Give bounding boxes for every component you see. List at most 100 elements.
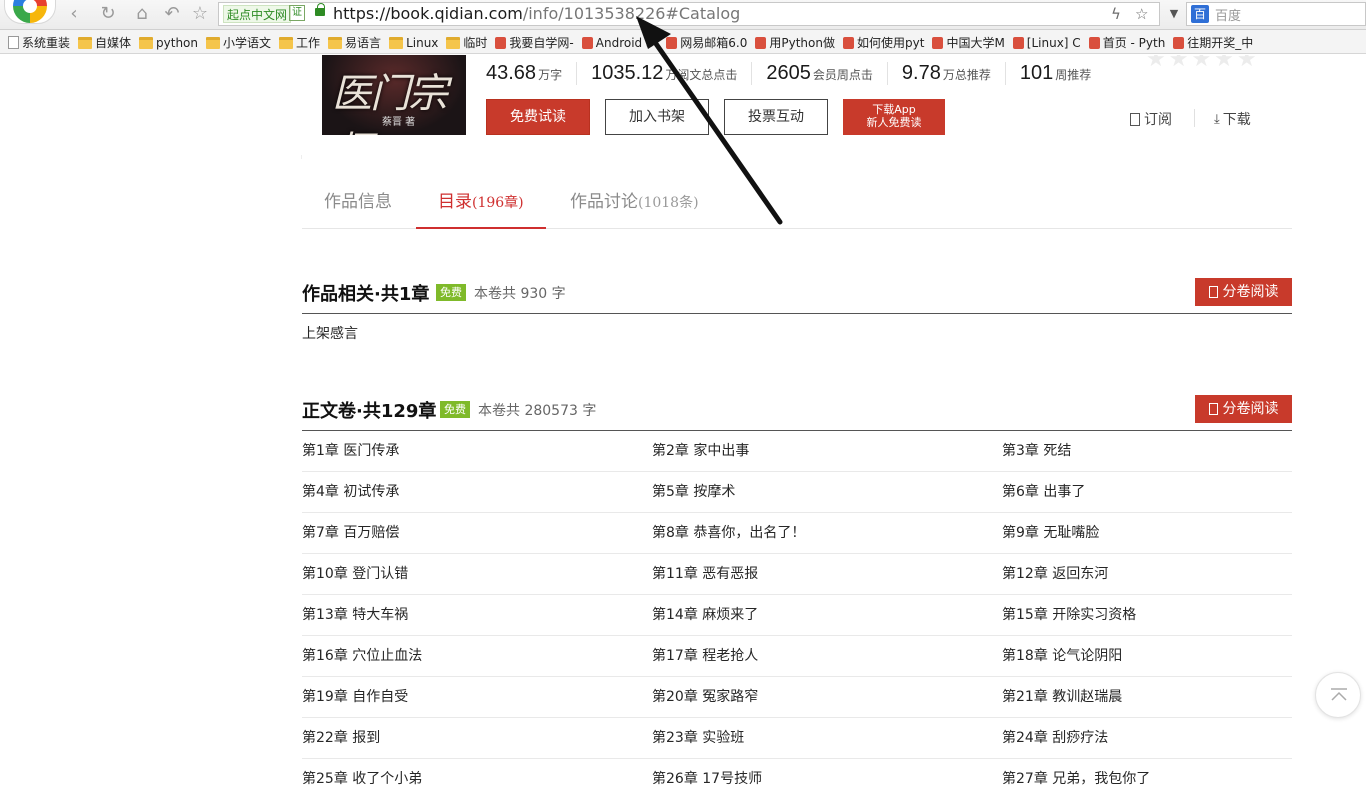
chapter-link[interactable]: 第12章 返回东河 [1002, 554, 1342, 595]
chapter-link[interactable]: 第4章 初试传承 [302, 472, 642, 513]
tab-catalog[interactable]: 目录(196章) [416, 180, 546, 229]
tab-book-info[interactable]: 作品信息 [302, 180, 414, 229]
chapter-link[interactable]: 第8章 恭喜你，出名了！ [652, 513, 992, 554]
chapter-link[interactable]: 第5章 按摩术 [652, 472, 992, 513]
bookmark-item[interactable]: 如何使用pyt [843, 31, 924, 54]
folder-icon [389, 36, 404, 49]
back-to-top-button[interactable] [1315, 672, 1361, 718]
chapter-link[interactable]: 第27章 兄弟，我包你了 [1002, 759, 1342, 796]
bookmark-item[interactable]: Linux [389, 31, 438, 54]
chapter-link[interactable]: 第19章 自作自受 [302, 677, 642, 718]
stat-total-recommend: 9.78 万总推荐 [886, 62, 1005, 85]
undo-icon[interactable]: ↶ [160, 3, 184, 25]
stat-total-clicks: 1035.12 万阅文总点击 [576, 62, 751, 85]
chapter-link[interactable]: 第21章 教训赵瑞晨 [1002, 677, 1342, 718]
bookmark-item[interactable]: python [139, 31, 198, 54]
chapter-link[interactable]: 第11章 恶有恶报 [652, 554, 992, 595]
bookmark-label: Android St [595, 35, 659, 50]
chapter-link[interactable]: 第1章 医门传承 [302, 431, 642, 472]
add-shelf-button[interactable]: 加入书架 [605, 99, 709, 135]
chevron-down-icon[interactable]: ▼ [1164, 2, 1184, 26]
search-box[interactable]: 百 百度 [1186, 2, 1366, 26]
folder-icon [78, 36, 93, 49]
chapter-link[interactable]: 第13章 特大车祸 [302, 595, 642, 636]
chapter-link[interactable]: 第16章 穴位止血法 [302, 636, 642, 677]
read-free-button[interactable]: 免费试读 [486, 99, 590, 135]
chapter-row: 第16章 穴位止血法 第17章 程老抢人 第18章 论气论阴阳 [302, 636, 1292, 677]
chapter-link[interactable]: 第20章 冤家路窄 [652, 677, 992, 718]
download-link[interactable]: ⤓ 下载 [1214, 109, 1251, 129]
chapter-link[interactable]: 第6章 出事了 [1002, 472, 1342, 513]
folder-icon [446, 36, 461, 49]
chapter-row: 第10章 登门认错 第11章 恶有恶报 第12章 返回东河 [302, 554, 1292, 595]
download-app-button[interactable]: 下载App 新人免费读 [843, 99, 945, 135]
browser-logo[interactable] [4, 0, 56, 24]
chapter-link[interactable]: 第24章 刮痧疗法 [1002, 718, 1342, 759]
refresh-icon[interactable]: ↻ [96, 3, 120, 25]
bookmark-item[interactable]: 中国大学M [932, 31, 1005, 54]
chapter-link[interactable]: 第23章 实验班 [652, 718, 992, 759]
bookmark-item[interactable]: 系统重装 [8, 30, 70, 53]
read-volume-button[interactable]: 分卷阅读 [1195, 278, 1292, 306]
free-badge: 免费 [440, 401, 470, 418]
bookmark-item[interactable]: [Linux] C [1012, 31, 1081, 54]
chapter-link[interactable]: 第25章 收了个小弟 [302, 759, 642, 796]
divider [1194, 109, 1195, 127]
url-text[interactable]: https://book.qidian.com/info/1013538226#… [333, 4, 740, 24]
chapter-link[interactable]: 第14章 麻烦来了 [652, 595, 992, 636]
certificate-icon[interactable]: 证 [289, 5, 305, 21]
chapter-link[interactable]: 第26章 17号技师 [652, 759, 992, 796]
chapter-link[interactable]: 第3章 死结 [1002, 431, 1342, 472]
chapter-link[interactable]: 第9章 无耻嘴脸 [1002, 513, 1342, 554]
bookmark-star-icon[interactable]: ☆ [1135, 4, 1148, 24]
lock-icon [315, 3, 325, 16]
chapter-link[interactable]: 第10章 登门认错 [302, 554, 642, 595]
volume-header: 作品相关·共1章 免费 本卷共 930 字 分卷阅读 [302, 278, 1292, 314]
chapter-row: 第22章 报到 第23章 实验班 第24章 刮痧疗法 [302, 718, 1292, 759]
chapter-link[interactable]: 上架感言 [302, 314, 1292, 354]
subscribe-link[interactable]: 订阅 [1130, 109, 1172, 129]
home-icon[interactable]: ⌂ [130, 3, 154, 25]
document-icon [1208, 286, 1218, 298]
bookmark-label: 网易邮箱6.0 [680, 36, 748, 50]
lightning-icon[interactable]: ϟ [1111, 4, 1121, 24]
bookmark-item[interactable]: 工作 [279, 31, 321, 54]
book-cover[interactable]: 医门宗师 蔡晋 著 [322, 55, 466, 135]
back-icon[interactable]: ‹ [62, 3, 86, 25]
bookmark-item[interactable]: 临时 [446, 31, 487, 54]
read-volume-button[interactable]: 分卷阅读 [1195, 395, 1292, 423]
volume-word-count: 本卷共 930 字 [474, 286, 566, 302]
bookmark-item[interactable]: 网易邮箱6.0 [666, 31, 748, 54]
bookmark-item[interactable]: 易语言 [328, 31, 381, 54]
bookmark-item[interactable]: 小学语文 [206, 31, 271, 54]
folder-icon [279, 36, 294, 49]
chapter-link[interactable]: 第2章 家中出事 [652, 431, 992, 472]
chapter-row: 第1章 医门传承 第2章 家中出事 第3章 死结 [302, 431, 1292, 472]
tab-discussion[interactable]: 作品讨论(1018条) [548, 180, 721, 229]
chapter-link[interactable]: 第22章 报到 [302, 718, 642, 759]
chapter-link[interactable]: 第7章 百万赔偿 [302, 513, 642, 554]
volume-related: 作品相关·共1章 免费 本卷共 930 字 分卷阅读 上架感言 [302, 278, 1292, 354]
chapter-link[interactable]: 第17章 程老抢人 [652, 636, 992, 677]
bookmark-item[interactable]: 我要自学网- [495, 31, 574, 54]
card-border [301, 155, 302, 159]
bookmark-label: [Linux] C [1026, 35, 1081, 50]
site-icon [1012, 36, 1024, 49]
bookmark-item[interactable]: 往期开奖_中 [1173, 31, 1253, 54]
site-icon [843, 36, 854, 49]
bookmark-item[interactable]: Android St [581, 31, 659, 54]
volume-header: 正文卷·共129章 免费 本卷共 280573 字 分卷阅读 [302, 395, 1292, 431]
favorite-icon[interactable]: ☆ [188, 3, 212, 25]
bookmark-label: 工作 [296, 36, 321, 50]
bookmark-item[interactable]: 首页 - Pyth [1088, 31, 1165, 54]
book-card: 医门宗师 蔡晋 著 43.68万字 1035.12万阅文总点击 2605会员周点… [301, 55, 1293, 153]
address-bar[interactable]: 起点中文网 证 https://book.qidian.com/info/101… [218, 2, 1160, 26]
vote-button[interactable]: 投票互动 [724, 99, 828, 135]
bookmark-item[interactable]: 用Python做 [755, 31, 835, 54]
chapter-link[interactable]: 第15章 开除实习资格 [1002, 595, 1342, 636]
page-icon [8, 35, 19, 49]
stat-word-count: 43.68 万字 [486, 62, 563, 84]
site-icon [932, 36, 944, 49]
bookmark-item[interactable]: 自媒体 [78, 31, 131, 54]
chapter-link[interactable]: 第18章 论气论阴阳 [1002, 636, 1342, 677]
